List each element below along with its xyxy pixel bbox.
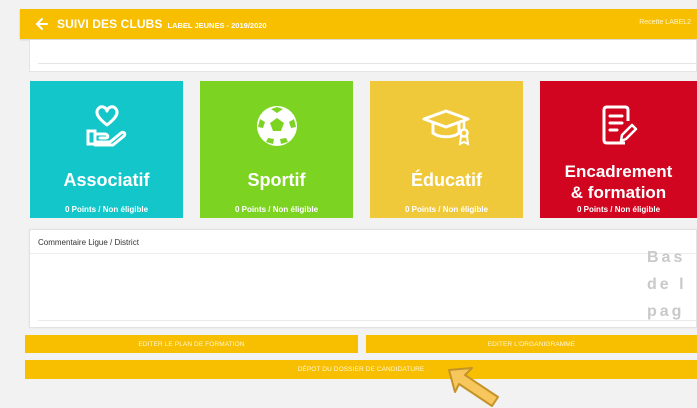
tile-points: 0 Points / Non éligible (404, 205, 489, 214)
page-subtitle: LABEL JEUNES - 2019/2020 (167, 20, 267, 30)
tile-points: 0 Points / Non éligible (576, 205, 661, 214)
tile-associatif[interactable]: Associatif 0 Points / Non éligible (30, 81, 183, 218)
tile-title: Encadrement & formation (540, 161, 697, 203)
tile-title-line1: Encadrement (564, 162, 673, 181)
tile-educatif[interactable]: Éducatif 0 Points / Non éligible (370, 81, 523, 218)
page-title: SUIVI DES CLUBS (57, 17, 163, 31)
submit-application-button[interactable]: DÉPOT DU DOSSIER DE CANDIDATURE (25, 360, 697, 379)
divider (38, 63, 696, 64)
soccer-ball-icon (200, 103, 353, 149)
comment-label: Commentaire Ligue / District (38, 238, 139, 247)
side-overlay-text: Bas de l pag (647, 244, 697, 325)
tile-title: Éducatif (410, 170, 482, 190)
top-panel (29, 40, 697, 72)
divider (38, 320, 696, 321)
tile-title-line2: & formation (570, 183, 667, 202)
comment-panel: Commentaire Ligue / District (29, 229, 697, 328)
tile-points: 0 Points / Non éligible (64, 205, 149, 214)
side-text-line: Bas (647, 249, 686, 266)
pointing-arrow-icon (448, 367, 499, 407)
tile-points: 0 Points / Non éligible (234, 205, 319, 214)
tile-encadrement-formation[interactable]: Encadrement & formation 0 Points / Non é… (540, 81, 697, 218)
divider (30, 253, 696, 254)
back-arrow-icon[interactable] (36, 17, 50, 31)
heart-hand-icon (30, 103, 183, 149)
side-text-line: de l (647, 276, 687, 293)
edit-training-plan-button[interactable]: EDITER LE PLAN DE FORMATION (25, 335, 358, 353)
document-edit-icon (540, 103, 697, 149)
tile-title: Sportif (247, 170, 306, 190)
tile-sportif[interactable]: Sportif 0 Points / Non éligible (200, 81, 353, 218)
side-text-line: pag (647, 303, 685, 320)
user-label[interactable]: Recette LABEL2 (639, 19, 691, 26)
tile-title: Associatif (63, 170, 150, 190)
edit-org-chart-button[interactable]: EDITER L'ORGANIGRAMME (366, 335, 697, 353)
graduation-cap-icon (370, 103, 523, 149)
header-bar: SUIVI DES CLUBS LABEL JEUNES - 2019/2020… (20, 9, 697, 39)
